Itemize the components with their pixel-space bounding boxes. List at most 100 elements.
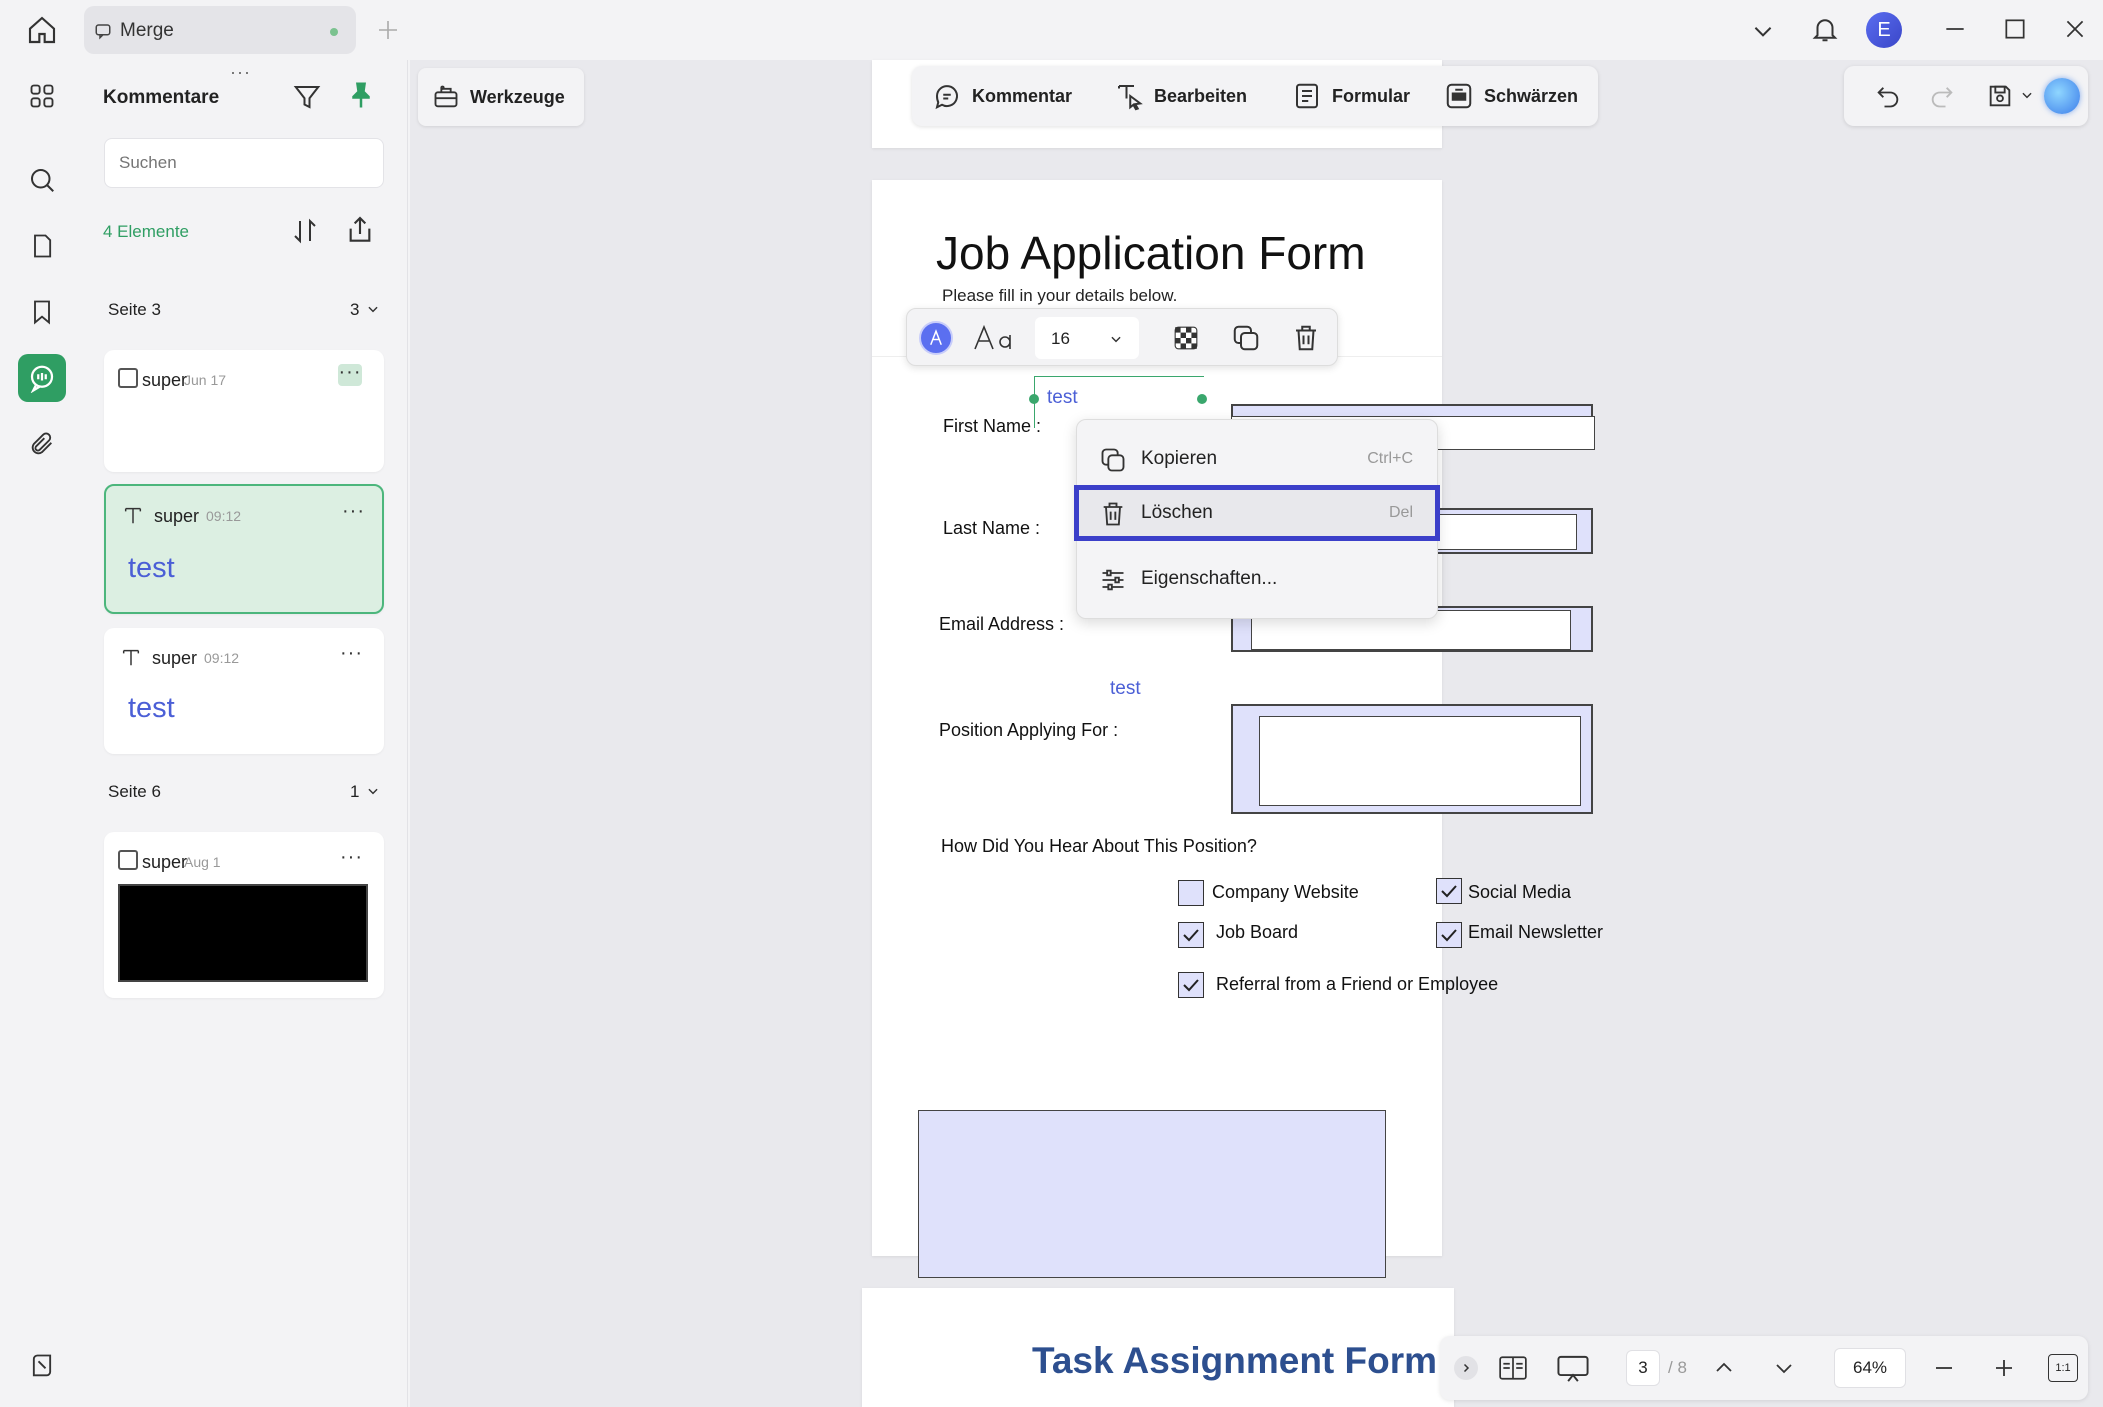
redo-icon[interactable] [1928, 82, 1956, 110]
font-size-select[interactable]: 16 [1035, 317, 1139, 359]
chevron-down-icon[interactable] [1750, 18, 1776, 44]
comment-checkbox[interactable] [118, 850, 138, 870]
checkbox-job-board[interactable] [1178, 922, 1204, 948]
page-layout-icon[interactable] [1498, 1354, 1528, 1382]
comment-more-button[interactable]: ··· [342, 500, 365, 523]
comment-checkbox[interactable] [118, 368, 138, 388]
rail-collapse[interactable] [18, 1342, 66, 1390]
search-input[interactable] [104, 138, 384, 188]
ai-assistant-icon[interactable] [2044, 78, 2080, 114]
comment-card[interactable]: super Aug 1 ··· [104, 832, 384, 998]
comment-more-button[interactable]: ··· [340, 642, 363, 665]
rail-pages[interactable] [18, 222, 66, 270]
rail-comments[interactable] [18, 354, 66, 402]
close-icon[interactable] [2062, 16, 2088, 42]
checkbox-email-newsletter[interactable] [1436, 922, 1462, 948]
position-field[interactable] [1231, 704, 1593, 814]
actual-size-button[interactable]: 1:1 [2048, 1354, 2078, 1382]
undo-icon[interactable] [1874, 82, 1902, 110]
chevron-down-icon [366, 302, 380, 316]
zoom-out-icon[interactable] [1932, 1356, 1956, 1380]
large-text-area-field[interactable] [918, 1110, 1386, 1278]
redaction-preview [118, 884, 368, 982]
bell-icon[interactable] [1810, 14, 1840, 44]
resize-handle-left[interactable] [1029, 394, 1039, 404]
comment-card-selected[interactable]: super 09:12 ··· test [104, 484, 384, 614]
zoom-level[interactable]: 64% [1834, 1348, 1906, 1388]
comment-author: super [142, 370, 188, 390]
menu-item-shortcut: Del [1388, 504, 1413, 521]
filter-icon[interactable] [292, 82, 322, 112]
zoom-value: 64% [1852, 1358, 1888, 1377]
zoom-in-icon[interactable] [1992, 1356, 2016, 1380]
tab-merge[interactable]: Merge [84, 6, 356, 54]
checkbox-referral[interactable] [1178, 972, 1204, 998]
page-number-input[interactable]: 3 [1626, 1350, 1660, 1386]
menu-item-copy[interactable]: Kopieren Ctrl+C [1077, 434, 1437, 484]
trash-icon [1099, 500, 1127, 528]
maximize-icon[interactable] [2002, 16, 2028, 42]
search-icon [27, 165, 57, 195]
copy-icon[interactable] [1231, 323, 1261, 353]
trash-icon[interactable] [1291, 323, 1321, 353]
mode-schwaerzen[interactable]: Schwärzen [1444, 71, 1578, 121]
mode-bearbeiten[interactable]: Bearbeiten [1114, 71, 1247, 121]
panel-drag-handle[interactable]: ··· [230, 62, 251, 83]
chevron-down-icon [366, 784, 380, 798]
expand-button[interactable] [1454, 1356, 1478, 1380]
chevron-down-icon[interactable] [2020, 88, 2034, 102]
pin-icon[interactable] [346, 80, 376, 110]
comment-card[interactable]: super Jun 17 ··· [104, 350, 384, 472]
rail-attachments[interactable] [18, 420, 66, 468]
export-icon[interactable] [344, 214, 376, 246]
menu-item-label: Löschen [1141, 502, 1213, 523]
sort-icon[interactable] [290, 216, 320, 246]
current-page: 3 [1638, 1358, 1648, 1377]
new-tab-plus-icon[interactable] [376, 18, 400, 42]
toolbox-icon [432, 83, 460, 111]
left-rail [0, 60, 80, 1407]
text-annotation[interactable]: test [1110, 678, 1141, 700]
save-icon[interactable] [1986, 82, 2014, 110]
comment-more-button[interactable]: ··· [340, 846, 363, 869]
font-style-icon[interactable] [973, 321, 1013, 355]
text-color-button[interactable] [919, 321, 953, 355]
comment-author: super [152, 648, 198, 668]
tools-label: Werkzeuge [470, 86, 565, 107]
mode-toolbar: Kommentar Bearbeiten Formular Schwärzen [912, 66, 1598, 126]
mode-label: Formular [1332, 85, 1411, 106]
chevron-down-icon[interactable] [1772, 1356, 1796, 1380]
comment-text: test [128, 552, 175, 584]
rail-thumbnails[interactable] [18, 72, 66, 120]
avatar[interactable]: E [1866, 12, 1902, 48]
group-header-page-6[interactable]: Seite 6 1 [108, 782, 384, 812]
chevron-up-icon[interactable] [1712, 1356, 1736, 1380]
next-page-title: Task Assignment Form [1032, 1340, 1438, 1381]
checkbox-company-website[interactable] [1178, 880, 1204, 906]
comment-card[interactable]: super 09:12 ··· test [104, 628, 384, 754]
group-count: 1 [350, 782, 360, 801]
home-icon[interactable] [26, 14, 58, 46]
opacity-icon[interactable] [1173, 325, 1199, 351]
presentation-icon[interactable] [1556, 1354, 1590, 1384]
menu-item-delete[interactable]: Löschen Del [1074, 485, 1440, 541]
mode-kommentar[interactable]: Kommentar [932, 71, 1072, 121]
bottom-navigation-bar: 3 / 8 64% 1:1 [1440, 1336, 2088, 1400]
text-icon [122, 504, 144, 526]
letter-a-icon [927, 329, 945, 347]
edit-text-icon [1114, 81, 1144, 111]
rail-search[interactable] [18, 156, 66, 204]
resize-handle-right[interactable] [1197, 394, 1207, 404]
group-label: Seite 6 [108, 782, 161, 801]
comment-time: Aug 1 [184, 854, 221, 870]
comment-more-button[interactable]: ··· [338, 362, 362, 386]
mode-formular[interactable]: Formular [1292, 71, 1410, 121]
tools-button[interactable]: Werkzeuge [418, 68, 584, 126]
text-icon [120, 646, 142, 668]
minimize-icon[interactable] [1942, 16, 1968, 42]
rail-bookmarks[interactable] [18, 288, 66, 336]
group-header-page-3[interactable]: Seite 3 3 [108, 300, 384, 330]
menu-item-properties[interactable]: Eigenschaften... [1077, 554, 1437, 604]
checkbox-social-media[interactable] [1436, 878, 1462, 904]
option-label: Email Newsletter [1468, 922, 1604, 942]
